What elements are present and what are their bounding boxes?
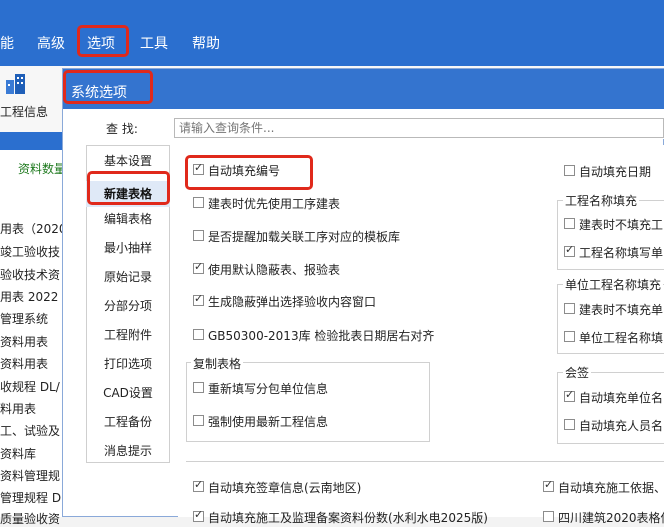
nav-item-edit-table[interactable]: 编辑表格 bbox=[86, 208, 170, 230]
auto-date-label: 自动填充日期 bbox=[579, 165, 652, 179]
building-icon[interactable] bbox=[4, 72, 28, 96]
left-panel-list-item[interactable]: 资料库 bbox=[0, 445, 64, 462]
left-panel-list-item[interactable]: 竣工验收技 bbox=[0, 243, 64, 260]
highlight-dialog-title bbox=[63, 70, 153, 104]
ribbon-project-info-label[interactable]: 工程信息 bbox=[0, 103, 48, 120]
left-panel-list-item[interactable]: 管理规程 D bbox=[0, 489, 64, 506]
refill-sub-label: 重新填写分包单位信息 bbox=[208, 382, 329, 396]
prefer-process-checkbox[interactable] bbox=[193, 197, 204, 208]
gb-align-checkbox[interactable] bbox=[193, 329, 204, 340]
left-panel-list-item[interactable]: 资料用表 bbox=[0, 333, 64, 350]
force-latest-label: 强制使用最新工程信息 bbox=[208, 415, 329, 429]
name-fill-unit-label: 工程名称填写单 bbox=[579, 246, 664, 260]
auto-sign-checkbox[interactable] bbox=[193, 478, 204, 492]
left-panel-list-item[interactable]: 质量验收资 bbox=[0, 510, 64, 527]
nav-item-min-sampling[interactable]: 最小抽样 bbox=[86, 237, 170, 259]
name-fill-group-title: 工程名称填充 bbox=[563, 192, 640, 209]
highlight-options-menu bbox=[77, 25, 129, 57]
left-panel-list-item[interactable]: 收规程 DL/ bbox=[0, 378, 64, 395]
no-fill-unit-checkbox[interactable] bbox=[564, 303, 575, 314]
sign-group-title: 会签 bbox=[563, 364, 592, 381]
copy-table-group bbox=[186, 362, 430, 442]
auto-person-label: 自动填充人员名 bbox=[579, 419, 664, 433]
no-fill-name-label: 建表时不填充工 bbox=[579, 218, 664, 232]
popup-hidden-label: 生成隐蔽弹出选择验收内容窗口 bbox=[208, 295, 377, 309]
prompt-template-label: 是否提醒加载关联工序对应的模板库 bbox=[208, 230, 401, 244]
nav-item-subdivision[interactable]: 分部分项 bbox=[86, 295, 170, 317]
unit-fill-auto-label: 单位工程名称填 bbox=[579, 331, 664, 345]
copy-table-group-title: 复制表格 bbox=[191, 355, 244, 372]
unit-fill-auto-checkbox[interactable] bbox=[564, 331, 575, 342]
dialog-title-bar bbox=[63, 69, 664, 109]
nav-item-message-prompt[interactable]: 消息提示 bbox=[86, 440, 170, 462]
no-fill-name-checkbox[interactable] bbox=[564, 218, 575, 229]
prompt-template-checkbox[interactable] bbox=[193, 230, 204, 241]
left-panel-header bbox=[0, 132, 64, 150]
prefer-process-label: 建表时优先使用工序建表 bbox=[208, 197, 341, 211]
left-panel-list-item[interactable]: 用表 2022 bbox=[0, 288, 64, 305]
nav-item-project-attachment[interactable]: 工程附件 bbox=[86, 324, 170, 346]
highlight-auto-number bbox=[185, 155, 313, 190]
default-hidden-label: 使用默认隐蔽表、报验表 bbox=[208, 263, 341, 277]
section-separator bbox=[186, 461, 664, 462]
left-panel-list-item[interactable]: 资料管理规 bbox=[0, 467, 64, 484]
left-panel-list-item[interactable]: 验收技术资 bbox=[0, 266, 64, 283]
nav-item-cad-settings[interactable]: CAD设置 bbox=[86, 382, 170, 404]
popup-hidden-checkbox[interactable] bbox=[193, 292, 204, 306]
unit-name-fill-group-title: 单位工程名称填充 bbox=[563, 276, 664, 293]
auto-sign-label: 自动填充签章信息(云南地区) bbox=[208, 481, 362, 495]
name-fill-unit-checkbox[interactable] bbox=[564, 243, 575, 257]
nav-item-project-backup[interactable]: 工程备份 bbox=[86, 411, 170, 433]
auto-person-checkbox[interactable] bbox=[564, 419, 575, 430]
search-label: 查 找: bbox=[106, 122, 138, 136]
auto-date-checkbox[interactable] bbox=[564, 165, 575, 176]
menu-item-tools[interactable]: 工具 bbox=[140, 33, 168, 53]
menu-item-help[interactable]: 帮助 bbox=[192, 33, 220, 53]
force-latest-checkbox[interactable] bbox=[193, 415, 204, 426]
nav-item-basic-settings[interactable]: 基本设置 bbox=[86, 150, 170, 172]
left-panel-list-item[interactable]: 管理系统 bbox=[0, 310, 64, 327]
nav-item-original-record[interactable]: 原始记录 bbox=[86, 266, 170, 288]
nav-item-print-options[interactable]: 打印选项 bbox=[86, 353, 170, 375]
auto-unit-checkbox[interactable] bbox=[564, 388, 575, 402]
auto-unit-label: 自动填充单位名 bbox=[579, 391, 664, 405]
left-panel-list-item[interactable]: 工、试验及 bbox=[0, 422, 64, 439]
bottom-left-label: 自动填充施工及监理备案资料份数(水利水电2025版) bbox=[208, 511, 488, 525]
bottom-right-label: 四川建筑2020表格使 bbox=[558, 511, 664, 525]
no-fill-unit-label: 建表时不填充单 bbox=[579, 303, 664, 317]
highlight-new-table-nav bbox=[87, 171, 170, 205]
refill-sub-checkbox[interactable] bbox=[193, 382, 204, 393]
search-input[interactable] bbox=[174, 118, 664, 138]
auto-basis-checkbox[interactable] bbox=[543, 478, 554, 492]
gb-align-label: GB50300-2013库 检验批表日期居右对齐 bbox=[208, 329, 435, 343]
menu-item-advanced[interactable]: 高级 bbox=[37, 33, 65, 53]
auto-basis-label: 自动填充施工依据、 bbox=[558, 481, 664, 495]
default-hidden-checkbox[interactable] bbox=[193, 260, 204, 274]
left-panel-list-item[interactable]: 料用表 bbox=[0, 400, 64, 417]
left-panel-tab[interactable]: 资料数量 bbox=[18, 160, 66, 177]
left-panel-list-item[interactable]: 用表（2020 bbox=[0, 220, 64, 237]
menu-item-features[interactable]: 能 bbox=[0, 33, 14, 53]
left-panel-list-item[interactable]: 资料用表 bbox=[0, 355, 64, 372]
